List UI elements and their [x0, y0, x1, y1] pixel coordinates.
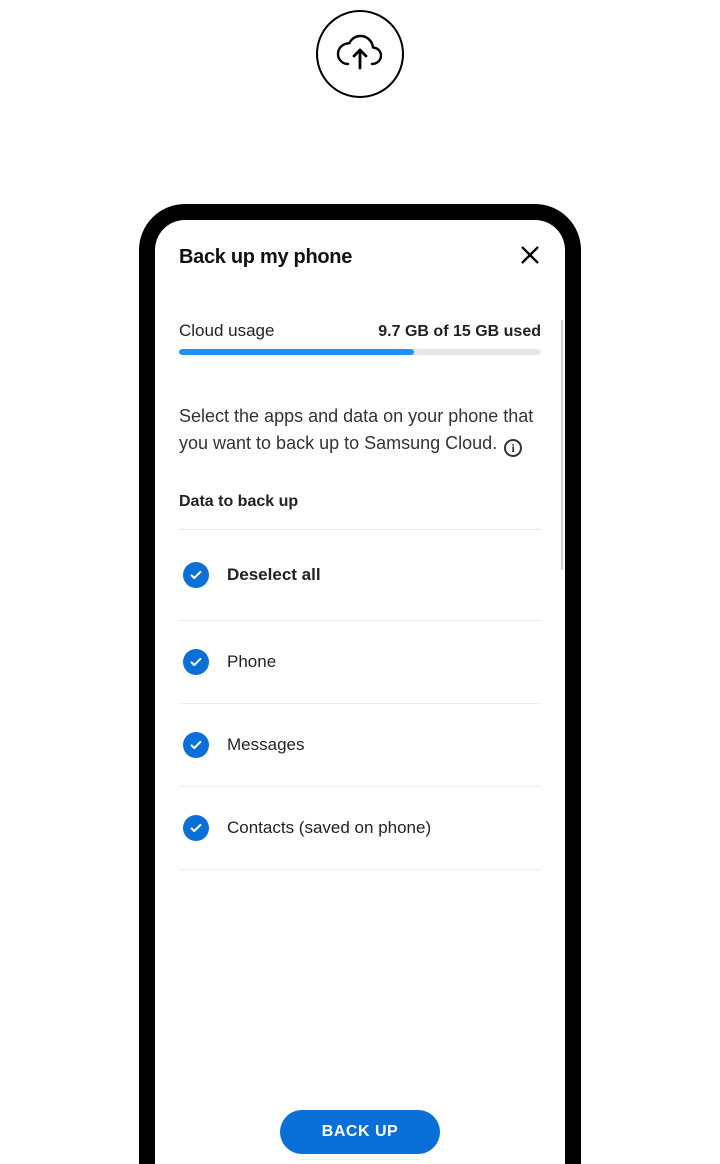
list-item-messages[interactable]: Messages	[179, 704, 541, 787]
scroll-indicator	[561, 320, 563, 570]
checkmark-icon	[183, 732, 209, 758]
checkmark-icon	[183, 815, 209, 841]
list-item-label: Deselect all	[227, 565, 321, 585]
page-title: Back up my phone	[179, 246, 352, 269]
list-item-phone[interactable]: Phone	[179, 621, 541, 704]
list-item-label: Contacts (saved on phone)	[227, 818, 431, 838]
close-icon[interactable]	[519, 244, 541, 271]
checkmark-icon	[183, 562, 209, 588]
list-item-label: Messages	[227, 735, 304, 755]
phone-screen: Back up my phone Cloud usage 9.7 GB of 1…	[155, 220, 565, 1164]
list-item-label: Phone	[227, 652, 276, 672]
phone-frame: Back up my phone Cloud usage 9.7 GB of 1…	[139, 204, 581, 1164]
cloud-upload-icon	[316, 10, 404, 98]
list-item-contacts[interactable]: Contacts (saved on phone)	[179, 787, 541, 870]
checkmark-icon	[183, 649, 209, 675]
cloud-usage-bar	[179, 349, 541, 355]
cloud-usage-value: 9.7 GB of 15 GB used	[378, 323, 541, 341]
cloud-usage-fill	[179, 349, 414, 355]
instructions-content: Select the apps and data on your phone t…	[179, 406, 533, 453]
info-icon[interactable]: i	[504, 439, 522, 457]
instructions-text: Select the apps and data on your phone t…	[179, 403, 541, 457]
list-item-deselect-all[interactable]: Deselect all	[179, 530, 541, 621]
cloud-usage-label: Cloud usage	[179, 321, 274, 341]
divider	[300, 1159, 420, 1160]
data-to-back-up-header: Data to back up	[179, 493, 541, 511]
backup-button[interactable]: BACK UP	[280, 1110, 440, 1154]
